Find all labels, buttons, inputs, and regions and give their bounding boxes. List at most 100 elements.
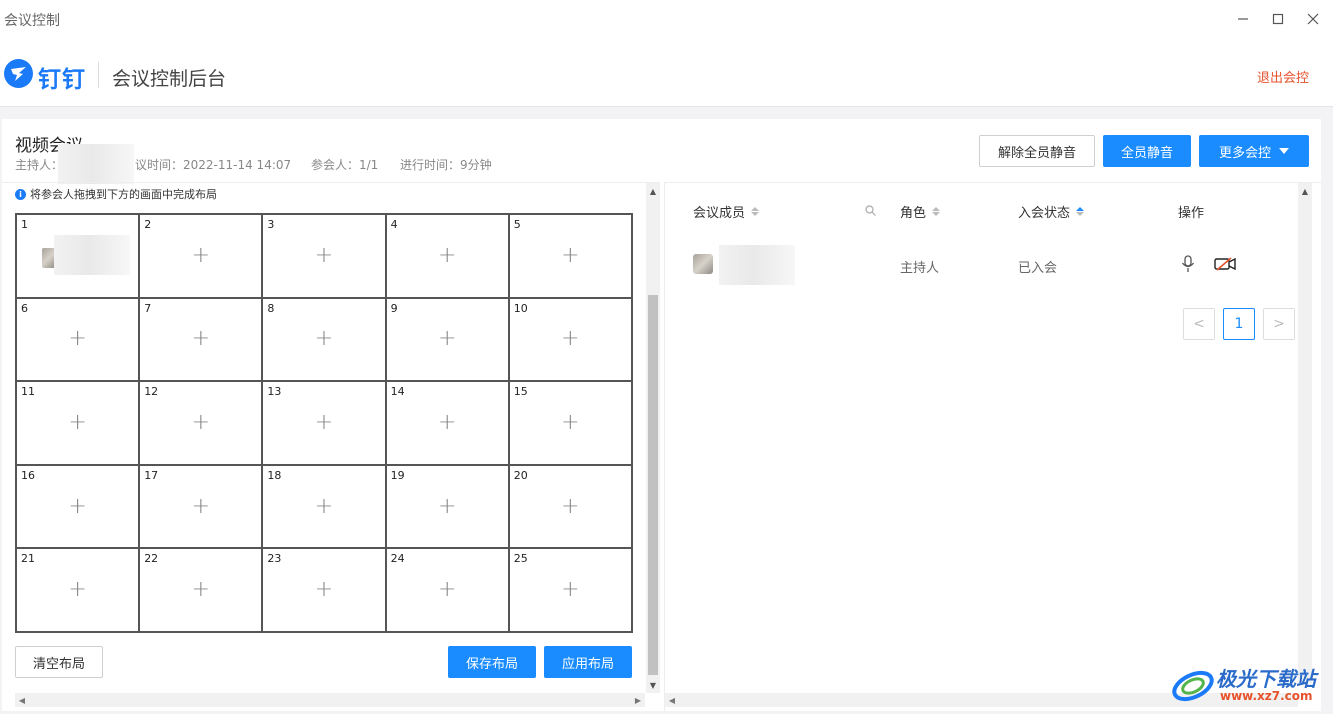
layout-vertical-scrollbar[interactable]: ▲ ▼	[646, 183, 660, 693]
layout-cell[interactable]: 4 +	[385, 214, 509, 298]
layout-cell[interactable]: 13 +	[262, 381, 386, 465]
layout-cell[interactable]: 10 +	[508, 297, 632, 382]
sort-icon[interactable]	[1076, 207, 1085, 216]
more-controls-button[interactable]: 更多会控	[1199, 135, 1309, 167]
scroll-left-icon[interactable]: ◀	[665, 693, 679, 707]
apply-layout-button[interactable]: 应用布局	[544, 646, 632, 678]
watermark-logo-icon	[1172, 670, 1214, 702]
sort-icon[interactable]	[932, 207, 941, 216]
plus-icon[interactable]: +	[192, 495, 210, 518]
cell-number: 8	[267, 301, 275, 315]
logo-text: 钉钉	[38, 67, 86, 93]
mute-all-button[interactable]: 全员静音	[1103, 135, 1191, 167]
layout-hint: i 将参会人拖拽到下方的画面中完成布局	[15, 186, 217, 202]
plus-icon[interactable]: +	[561, 244, 579, 267]
layout-cell[interactable]: 18 +	[262, 464, 386, 549]
layout-cell[interactable]: 25 +	[508, 548, 632, 632]
plus-icon[interactable]: +	[315, 328, 333, 350]
layout-cell[interactable]: 12 +	[139, 381, 263, 465]
scroll-thumb[interactable]	[648, 295, 658, 675]
layout-cell[interactable]: 6 +	[16, 297, 140, 382]
sort-icon[interactable]	[751, 207, 760, 216]
plus-icon[interactable]: +	[315, 411, 333, 434]
scroll-down-icon[interactable]: ▼	[646, 679, 660, 691]
layout-cell[interactable]: 21 +	[16, 548, 140, 632]
prev-page-button[interactable]: <	[1183, 308, 1215, 340]
scroll-up-icon[interactable]: ▲	[646, 185, 660, 197]
cell-number: 5	[513, 218, 521, 231]
layout-hint-text: 将参会人拖拽到下方的画面中完成布局	[30, 188, 217, 201]
layout-cell[interactable]: 11 +	[16, 381, 140, 465]
window-titlebar: 会议控制	[0, 0, 1333, 40]
plus-icon[interactable]: +	[438, 328, 456, 350]
site-watermark: 极光下载站 www.xz7.com	[1170, 660, 1330, 710]
window-title: 会议控制	[4, 13, 60, 29]
layout-cell[interactable]: 5 +	[508, 214, 632, 298]
next-page-button[interactable]: >	[1263, 308, 1295, 340]
close-button[interactable]	[1302, 8, 1324, 30]
plus-icon[interactable]: +	[192, 579, 210, 601]
unmute-all-button[interactable]: 解除全员静音	[979, 135, 1095, 167]
plus-icon[interactable]: +	[438, 495, 456, 518]
layout-cell[interactable]: 19 +	[385, 464, 509, 549]
layout-cell[interactable]: 20 +	[508, 464, 632, 549]
exit-control-link[interactable]: 退出会控	[1257, 67, 1309, 86]
layout-cell[interactable]: 8 +	[262, 297, 386, 382]
layout-cell[interactable]: 16 +	[16, 464, 140, 549]
plus-icon[interactable]: +	[315, 244, 333, 267]
layout-cell[interactable]: 15 +	[508, 381, 632, 465]
plus-icon[interactable]: +	[561, 411, 579, 434]
column-role-label: 角色	[900, 206, 927, 221]
plus-icon[interactable]: +	[561, 579, 579, 601]
close-icon	[1307, 13, 1319, 25]
clear-layout-button[interactable]: 清空布局	[15, 646, 103, 678]
cell-number: 18	[267, 468, 282, 482]
layout-cell[interactable]: 9 +	[385, 297, 509, 382]
column-header-status[interactable]: 入会状态	[1018, 202, 1085, 221]
layout-cell[interactable]: 23 +	[262, 548, 386, 632]
column-header-member[interactable]: 会议成员	[693, 202, 760, 221]
plus-icon[interactable]: +	[68, 495, 86, 518]
layout-cell[interactable]: 7 +	[139, 297, 263, 382]
layout-horizontal-scrollbar[interactable]: ◀ ▶	[15, 693, 645, 707]
scroll-up-icon[interactable]: ▲	[1298, 185, 1312, 197]
plus-icon[interactable]: +	[315, 579, 333, 601]
member-vertical-scrollbar[interactable]: ▲	[1298, 183, 1312, 683]
plus-icon[interactable]: +	[438, 244, 456, 267]
layout-cell[interactable]: 22 +	[139, 548, 263, 632]
meeting-time: 议时间：2022-11-14 14:07	[135, 158, 292, 172]
layout-cell[interactable]: 3 +	[262, 214, 386, 298]
minimize-button[interactable]	[1232, 8, 1254, 30]
layout-cell[interactable]: 17 +	[139, 464, 263, 549]
current-page-button[interactable]: 1	[1223, 308, 1255, 340]
save-layout-button[interactable]: 保存布局	[448, 646, 536, 678]
plus-icon[interactable]: +	[68, 411, 86, 434]
plus-icon[interactable]: +	[561, 328, 579, 350]
plus-icon[interactable]: +	[68, 328, 86, 350]
maximize-button[interactable]	[1267, 8, 1289, 30]
member-panel: 会议成员 角色 入会状态 操作 主持人 已入会 < 1 > ▲ ◀	[664, 182, 1321, 711]
layout-panel: i 将参会人拖拽到下方的画面中完成布局 1 2 +3 +4 +5 +6 +7 +8 +9 +10 +…	[2, 182, 660, 711]
camera-off-icon[interactable]	[1214, 257, 1236, 271]
column-header-role[interactable]: 角色	[900, 202, 941, 221]
info-icon: i	[15, 188, 26, 200]
plus-icon[interactable]: +	[315, 495, 333, 518]
plus-icon[interactable]: +	[192, 328, 210, 350]
microphone-icon[interactable]	[1181, 255, 1195, 273]
cell-number: 23	[267, 552, 282, 566]
search-icon[interactable]	[865, 205, 876, 216]
plus-icon[interactable]: +	[438, 411, 456, 434]
plus-icon[interactable]: +	[68, 579, 86, 601]
layout-cell[interactable]: 1	[16, 214, 140, 298]
plus-icon[interactable]: +	[438, 579, 456, 601]
plus-icon[interactable]: +	[561, 495, 579, 518]
scroll-right-icon[interactable]: ▶	[631, 693, 645, 707]
participant-count: 参会人：1/1	[311, 158, 379, 172]
cell-number: 25	[513, 552, 528, 566]
layout-cell[interactable]: 2 +	[139, 214, 263, 298]
layout-cell[interactable]: 24 +	[385, 548, 509, 632]
scroll-left-icon[interactable]: ◀	[15, 693, 29, 707]
layout-cell[interactable]: 14 +	[385, 381, 509, 465]
plus-icon[interactable]: +	[192, 244, 210, 267]
plus-icon[interactable]: +	[192, 411, 210, 434]
